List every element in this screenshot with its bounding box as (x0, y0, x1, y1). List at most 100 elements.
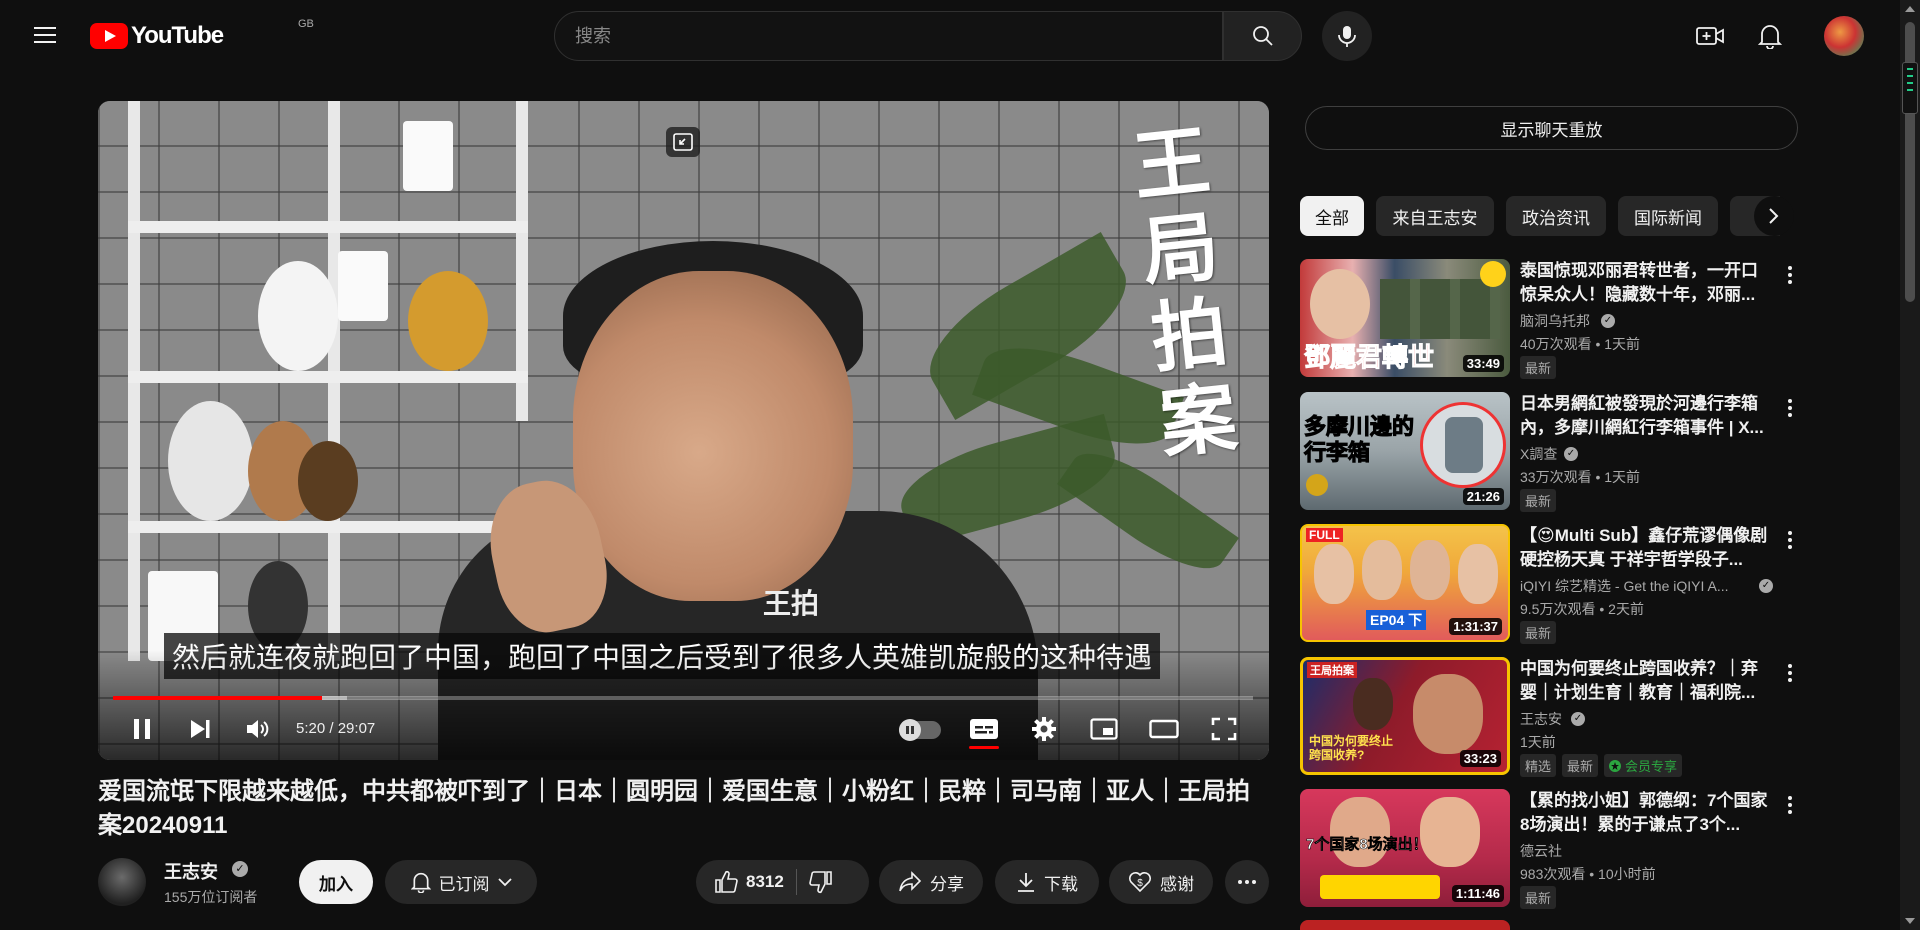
search-input[interactable] (555, 12, 1222, 60)
recommendation-channel[interactable]: iQIYI 综艺精选 - Get the iQIYI A... (1520, 576, 1729, 596)
video-player[interactable]: 王拍 王局拍案 然后就连夜就跑回了中国，跑回了中国之后受到了很多人英雄凯旋般的这… (98, 101, 1269, 760)
recommendation-item[interactable]: 鄧麗君轉世 33:49 泰国惊现邓丽君转世者，一开口惊呆众人！隐藏数十年，邓丽.… (1300, 259, 1800, 381)
download-button[interactable]: 下载 (995, 860, 1099, 904)
chip-all[interactable]: 全部 (1300, 196, 1364, 236)
search-icon (1252, 26, 1273, 46)
thumbs-down-icon[interactable] (809, 870, 833, 894)
badge-new: 最新 (1562, 754, 1599, 777)
subscribed-button[interactable]: 已订阅 (385, 860, 537, 904)
more-actions-button[interactable] (1225, 860, 1269, 904)
recommendation-title[interactable]: 中国为何要终止跨国收养？｜弃婴｜计划生育｜教育｜福利院... (1520, 657, 1772, 705)
badge-new: 最新 (1520, 886, 1557, 909)
miniplayer-button[interactable] (1084, 709, 1124, 749)
video-thumbnail[interactable]: 鄧麗君轉世 33:49 (1300, 259, 1510, 377)
masthead: YouTube GB (0, 0, 1900, 72)
share-button[interactable]: 分享 (879, 860, 983, 904)
recommendation-item[interactable]: FULL EP04 下 1:31:37 【😍Multi Sub】鑫仔荒谬偶像剧硬… (1300, 524, 1800, 646)
theater-mode-button[interactable] (1144, 709, 1184, 749)
mute-button[interactable] (240, 709, 276, 749)
autoplay-toggle[interactable] (899, 719, 941, 741)
recommendation-title[interactable]: 【😍Multi Sub】鑫仔荒谬偶像剧硬控杨天真 于祥宇哲学段子... (1520, 524, 1772, 572)
recommendation-meta: 1天前 (1520, 734, 1556, 750)
verified-check-icon: ✓ (1759, 579, 1773, 593)
join-button[interactable]: 加入 (299, 860, 373, 904)
more-horizontal-icon (1238, 880, 1256, 884)
hamburger-menu-icon[interactable] (28, 22, 62, 50)
progress-bar[interactable] (113, 696, 1253, 700)
page-scrollbar[interactable] (1900, 0, 1920, 930)
verified-check-icon: ✓ (232, 861, 248, 877)
recommendation-meta: 40万次观看 • 1天前 (1520, 336, 1641, 352)
fullscreen-button[interactable] (1204, 709, 1244, 749)
recommendation-channel[interactable]: 德云社 (1520, 841, 1562, 861)
duration-badge: 1:11:46 (1451, 885, 1504, 902)
extension-widget[interactable] (1902, 62, 1918, 114)
recommendation-item-partial[interactable] (1300, 920, 1800, 930)
recommendation-channel[interactable]: 脑洞乌托邦 (1520, 311, 1590, 331)
time-total: 29:07 (337, 720, 376, 737)
search-box (554, 11, 1223, 61)
duration-badge: 33:23 (1459, 750, 1501, 767)
create-video-button[interactable] (1690, 18, 1730, 54)
time-display: 5:20 / 29:07 (296, 720, 376, 737)
voice-search-button[interactable] (1322, 11, 1372, 61)
logo-wordmark: YouTube (131, 22, 224, 49)
autoplay-pause-icon (899, 719, 921, 741)
recommendation-channel[interactable]: 王志安 (1520, 709, 1562, 729)
pause-button[interactable] (124, 709, 160, 749)
channel-row: 王志安 ✓ 155万位订阅者 加入 已订阅 8312 分享 下载 $ 感谢 (98, 856, 1269, 908)
chip-international-news[interactable]: 国际新闻 (1618, 196, 1718, 236)
recommendation-title[interactable]: 【累的找小姐】郭德纲：7个国家8场演出！累的于谦点了3个... (1520, 789, 1772, 837)
subtitles-button[interactable] (964, 709, 1004, 749)
country-code: GB (298, 18, 314, 30)
theater-mode-icon (1149, 719, 1179, 739)
thumbs-up-icon[interactable] (714, 870, 738, 894)
recommendation-channel[interactable]: X調查 (1520, 444, 1557, 464)
more-options-icon[interactable] (1780, 263, 1800, 287)
video-plus-icon (1696, 27, 1724, 45)
recommendation-item[interactable]: 多摩川邊的行李箱 21:26 日本男網紅被發現於河邊行李箱內，多摩川網紅行李箱事… (1300, 392, 1800, 514)
recommendation-meta: 9.5万次观看 • 2天前 (1520, 601, 1644, 617)
chip-from-channel[interactable]: 来自王志安 (1376, 196, 1494, 236)
channel-name[interactable]: 王志安 (164, 858, 218, 884)
channel-avatar[interactable] (98, 858, 146, 906)
verified-check-icon: ✓ (1571, 712, 1585, 726)
recommendation-title[interactable]: 日本男網紅被發現於河邊行李箱內，多摩川網紅行李箱事件 | X... (1520, 392, 1772, 440)
bell-icon (410, 872, 431, 893)
scroll-up-arrow-icon[interactable] (1905, 6, 1915, 12)
thanks-button[interactable]: $ 感谢 (1109, 860, 1213, 904)
more-options-icon[interactable] (1780, 661, 1800, 685)
download-icon (1018, 873, 1034, 892)
chips-next-button[interactable] (1754, 196, 1794, 236)
microphone-icon (1338, 26, 1356, 47)
youtube-logo[interactable]: YouTube GB (90, 18, 314, 50)
members-only-badge: 会员专享 (1604, 754, 1683, 777)
video-thumbnail[interactable]: FULL EP04 下 1:31:37 (1300, 524, 1510, 642)
recommendation-title[interactable]: 泰国惊现邓丽君转世者，一开口惊呆众人！隐藏数十年，邓丽... (1520, 259, 1772, 307)
more-options-icon[interactable] (1780, 528, 1800, 552)
chip-politics[interactable]: 政治资讯 (1506, 196, 1606, 236)
badge-featured: 精选 (1520, 754, 1557, 777)
settings-button[interactable] (1024, 709, 1064, 749)
account-avatar[interactable] (1824, 16, 1864, 56)
show-chat-replay-button[interactable]: 显示聊天重放 (1305, 106, 1798, 150)
like-count[interactable]: 8312 (746, 872, 784, 892)
video-thumbnail[interactable]: 7个国家8场演出！ 1:11:46 (1300, 789, 1510, 907)
shirt-logo: 王拍 (763, 587, 820, 620)
channel-watermark: 王局拍案 (1129, 115, 1241, 469)
gear-icon (1032, 717, 1056, 741)
video-thumbnail[interactable]: 多摩川邊的行李箱 21:26 (1300, 392, 1510, 510)
video-thumbnail[interactable]: 王局拍案 中国为何要终止跨国收养? 33:23 (1300, 657, 1510, 775)
search-button[interactable] (1223, 11, 1302, 61)
fullscreen-icon (1211, 717, 1237, 741)
scroll-down-arrow-icon[interactable] (1905, 918, 1915, 924)
more-options-icon[interactable] (1780, 396, 1800, 420)
duration-badge: 21:26 (1462, 488, 1504, 505)
more-options-icon[interactable] (1780, 793, 1800, 817)
next-button[interactable] (182, 709, 218, 749)
badge-new: 最新 (1520, 621, 1557, 644)
notifications-button[interactable] (1750, 18, 1790, 54)
collapse-player-button[interactable] (666, 127, 700, 157)
recommendation-item[interactable]: 王局拍案 中国为何要终止跨国收养? 33:23 中国为何要终止跨国收养？｜弃婴｜… (1300, 657, 1800, 779)
recommendation-item[interactable]: 7个国家8场演出！ 1:11:46 【累的找小姐】郭德纲：7个国家8场演出！累的… (1300, 789, 1800, 911)
